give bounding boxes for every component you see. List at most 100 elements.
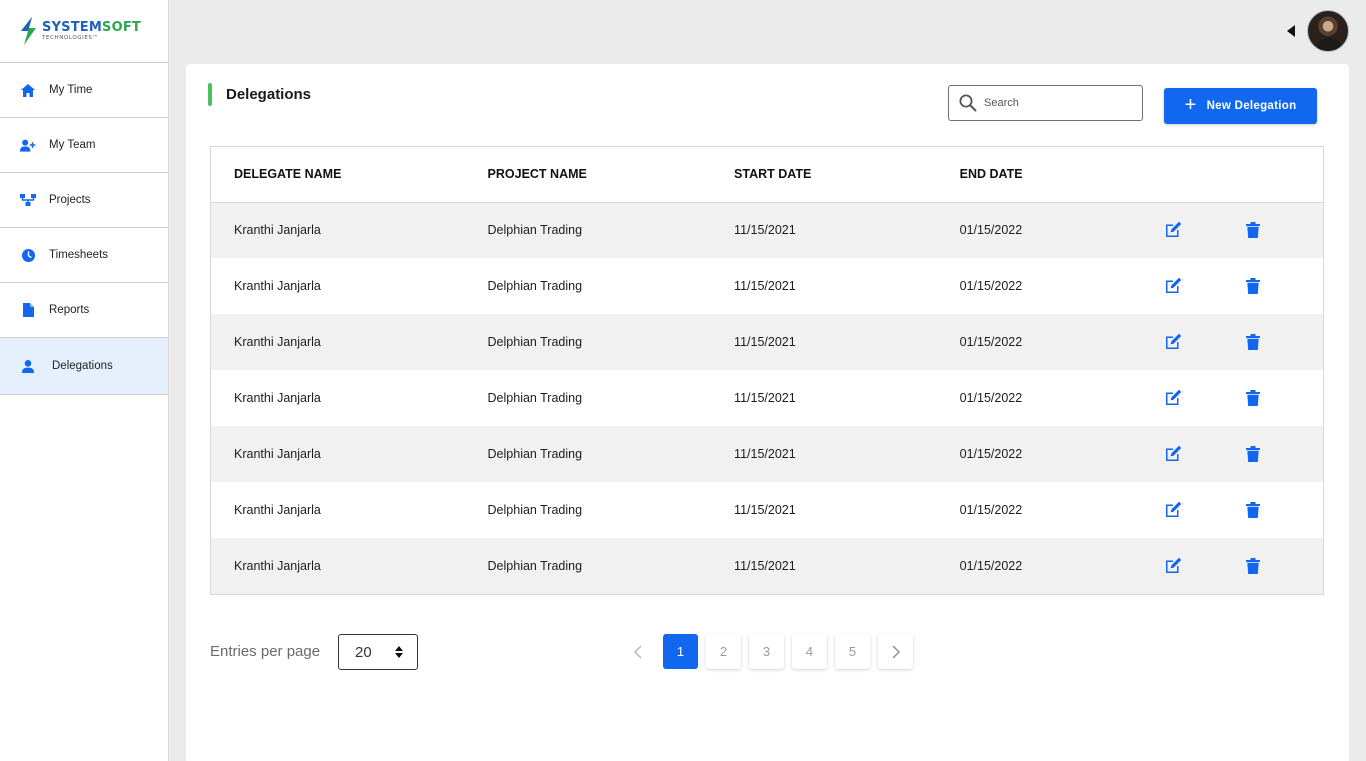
delegate-name-cell: Kranthi Janjarla xyxy=(211,314,488,370)
delete-cell xyxy=(1243,314,1323,370)
edit-icon[interactable] xyxy=(1163,499,1183,519)
search-icon xyxy=(959,94,977,112)
trash-icon[interactable] xyxy=(1243,388,1263,408)
page-header: Delegations xyxy=(208,83,311,106)
delegate-name-cell: Kranthi Janjarla xyxy=(211,426,488,482)
column-header-delegate-name[interactable]: DELEGATE NAME xyxy=(211,147,488,203)
caret-left-icon[interactable] xyxy=(1287,25,1295,37)
end-date-cell: 01/15/2022 xyxy=(959,314,1164,370)
entries-per-page-select[interactable]: 20 xyxy=(338,634,418,670)
delete-cell xyxy=(1243,426,1323,482)
start-date-cell: 11/15/2021 xyxy=(734,314,960,370)
delegate-name-cell: Kranthi Janjarla xyxy=(211,482,488,538)
delete-cell xyxy=(1243,202,1323,258)
new-delegation-button[interactable]: + New Delegation xyxy=(1164,88,1317,124)
project-name-cell: Delphian Trading xyxy=(487,314,735,370)
project-name-cell: Delphian Trading xyxy=(487,538,735,594)
previous-page-button[interactable] xyxy=(620,634,655,669)
end-date-cell: 01/15/2022 xyxy=(959,202,1164,258)
end-date-cell: 01/15/2022 xyxy=(959,482,1164,538)
delegations-table: DELEGATE NAME PROJECT NAME START DATE EN… xyxy=(210,146,1324,595)
search-input[interactable] xyxy=(984,97,1134,109)
edit-cell xyxy=(1163,258,1244,314)
table-row: Kranthi Janjarla Delphian Trading 11/15/20… xyxy=(211,482,1323,538)
column-header-delete xyxy=(1243,147,1323,203)
chevron-left-icon xyxy=(633,645,641,658)
edit-cell xyxy=(1163,426,1244,482)
start-date-cell: 11/15/2021 xyxy=(734,482,960,538)
table-row: Kranthi Janjarla Delphian Trading 11/15/20… xyxy=(211,538,1323,594)
delegate-name-cell: Kranthi Janjarla xyxy=(211,370,488,426)
page-button-5[interactable]: 5 xyxy=(835,634,870,669)
brand-name: SYSTEMSOFT xyxy=(42,19,141,35)
edit-icon[interactable] xyxy=(1163,275,1183,295)
delegate-name-cell: Kranthi Janjarla xyxy=(211,258,488,314)
edit-cell xyxy=(1163,538,1244,594)
page-button-3[interactable]: 3 xyxy=(749,634,784,669)
delete-cell xyxy=(1243,370,1323,426)
pagination: 12345 xyxy=(620,634,921,669)
table-row: Kranthi Janjarla Delphian Trading 11/15/20… xyxy=(211,426,1323,482)
avatar[interactable] xyxy=(1307,10,1349,52)
start-date-cell: 11/15/2021 xyxy=(734,426,960,482)
add-user-icon xyxy=(20,137,36,153)
sidebar-item-delegations[interactable]: Delegations xyxy=(0,338,168,395)
table-row: Kranthi Janjarla Delphian Trading 11/15/20… xyxy=(211,258,1323,314)
page-button-4[interactable]: 4 xyxy=(792,634,827,669)
column-header-start-date[interactable]: START DATE xyxy=(734,147,960,203)
page-button-1[interactable]: 1 xyxy=(663,634,698,669)
new-delegation-label: New Delegation xyxy=(1206,100,1297,112)
delegate-name-cell: Kranthi Janjarla xyxy=(211,202,488,258)
end-date-cell: 01/15/2022 xyxy=(959,370,1164,426)
search-box[interactable] xyxy=(948,85,1143,121)
project-name-cell: Delphian Trading xyxy=(487,202,735,258)
brand-logo[interactable]: SYSTEMSOFT TECHNOLOGIES™ xyxy=(0,0,168,63)
sidebar-item-projects[interactable]: Projects xyxy=(0,173,168,228)
edit-icon[interactable] xyxy=(1163,443,1183,463)
delete-cell xyxy=(1243,258,1323,314)
trash-icon[interactable] xyxy=(1243,500,1263,520)
start-date-cell: 11/15/2021 xyxy=(734,258,960,314)
project-name-cell: Delphian Trading xyxy=(487,370,735,426)
sidebar-item-label: Timesheets xyxy=(49,249,109,261)
edit-icon[interactable] xyxy=(1163,220,1183,240)
sidebar-item-my-team[interactable]: My Team xyxy=(0,118,168,173)
trash-icon[interactable] xyxy=(1243,444,1263,464)
edit-cell xyxy=(1163,370,1244,426)
end-date-cell: 01/15/2022 xyxy=(959,538,1164,594)
column-header-project-name[interactable]: PROJECT NAME xyxy=(487,147,735,203)
column-header-edit xyxy=(1163,147,1244,203)
edit-icon[interactable] xyxy=(1163,387,1183,407)
user-icon xyxy=(20,358,36,374)
trash-icon[interactable] xyxy=(1243,556,1263,576)
project-name-cell: Delphian Trading xyxy=(487,258,735,314)
next-page-button[interactable] xyxy=(878,634,913,669)
chevron-right-icon xyxy=(892,645,900,658)
sidebar-item-reports[interactable]: Reports xyxy=(0,283,168,338)
trash-icon[interactable] xyxy=(1243,276,1263,296)
hierarchy-icon xyxy=(20,192,36,208)
sidebar-item-timesheets[interactable]: Timesheets xyxy=(0,228,168,283)
document-icon xyxy=(20,302,36,318)
entries-per-page-label: Entries per page xyxy=(210,643,321,660)
page-button-2[interactable]: 2 xyxy=(706,634,741,669)
delegate-name-cell: Kranthi Janjarla xyxy=(211,538,488,594)
sort-arrows-icon xyxy=(395,646,403,658)
sidebar-item-my-time[interactable]: My Time xyxy=(0,63,168,118)
brand-tagline: TECHNOLOGIES™ xyxy=(42,34,99,41)
table-header-row: DELEGATE NAME PROJECT NAME START DATE EN… xyxy=(211,147,1323,203)
edit-icon[interactable] xyxy=(1163,331,1183,351)
column-header-end-date[interactable]: END DATE xyxy=(959,147,1164,203)
table-body: Kranthi Janjarla Delphian Trading 11/15/20… xyxy=(211,202,1323,594)
plus-icon: + xyxy=(1184,94,1197,116)
trash-icon[interactable] xyxy=(1243,332,1263,352)
start-date-cell: 11/15/2021 xyxy=(734,538,960,594)
edit-icon[interactable] xyxy=(1163,555,1183,575)
sidebar-item-label: My Time xyxy=(49,84,93,96)
table-row: Kranthi Janjarla Delphian Trading 11/15/20… xyxy=(211,314,1323,370)
delete-cell xyxy=(1243,538,1323,594)
clock-icon xyxy=(20,247,36,263)
sidebar-item-label: My Team xyxy=(49,139,96,151)
trash-icon[interactable] xyxy=(1243,220,1263,240)
sidebar: SYSTEMSOFT TECHNOLOGIES™ My Time My Team… xyxy=(0,0,169,761)
